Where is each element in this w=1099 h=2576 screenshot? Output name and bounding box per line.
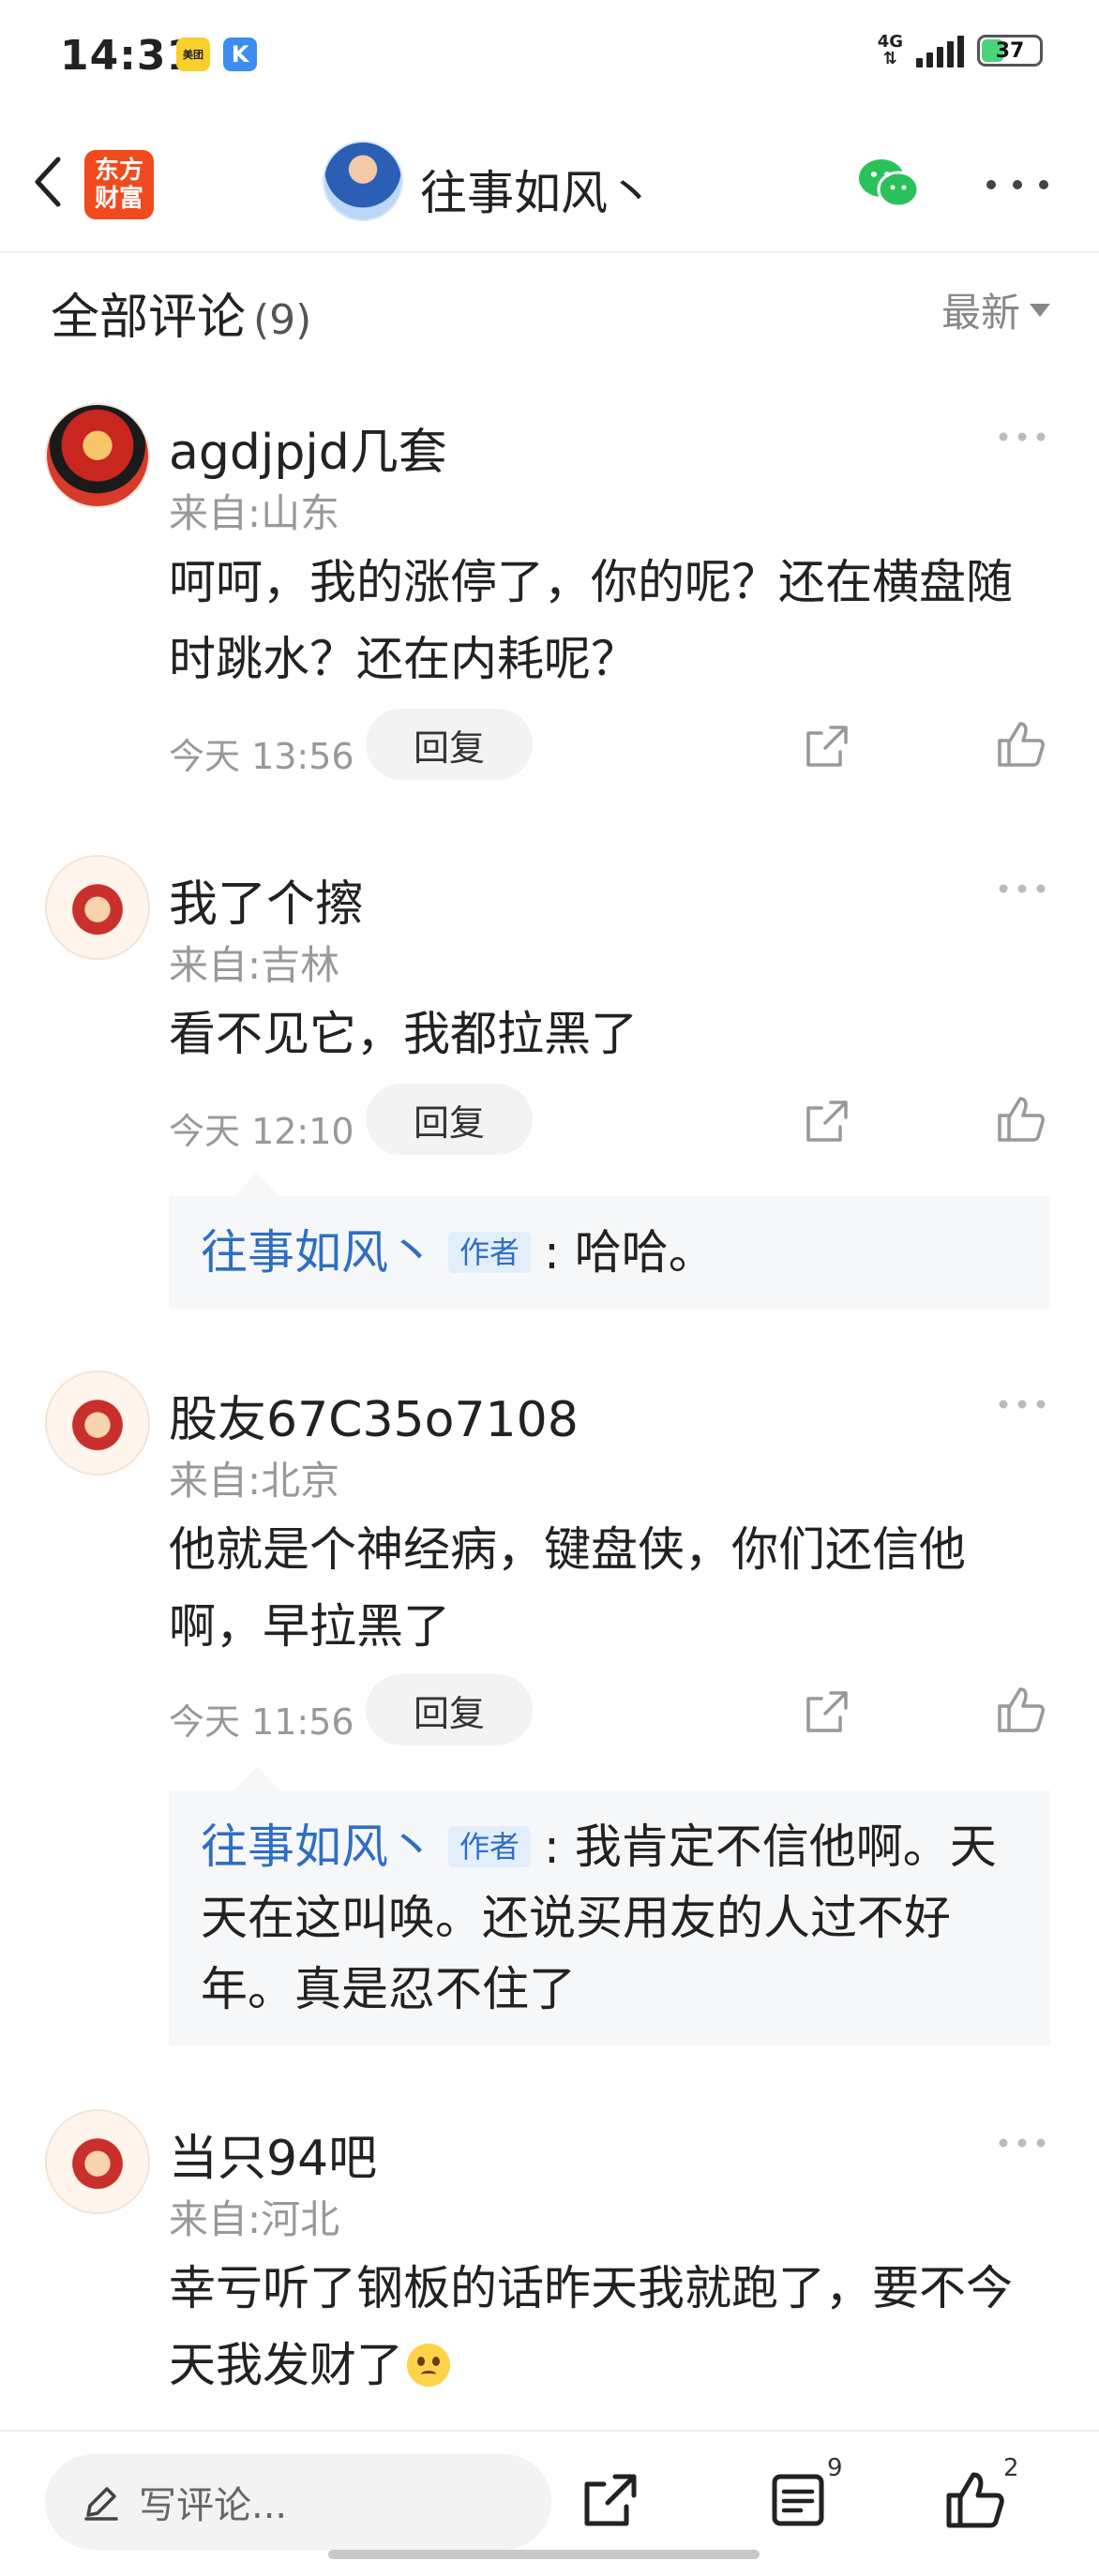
battery-icon: 37: [977, 35, 1043, 67]
share-icon[interactable]: [803, 1097, 851, 1146]
comment-text: 呵呵，我的涨停了，你的呢？还在横盘随时跳水？还在内耗呢？: [169, 555, 1013, 686]
top-nav: 东方 财富 往事如风丶: [0, 112, 1099, 253]
comments-list-icon[interactable]: [767, 2469, 829, 2531]
comments-page: { "status_bar": { "time": "14:31", "app_…: [0, 0, 1099, 2576]
sort-dropdown[interactable]: 最新: [941, 281, 1050, 338]
reply-text: : 哈哈。: [544, 1225, 715, 1280]
comment-more-icon[interactable]: [998, 1399, 1046, 1410]
comment-placeholder: 写评论...: [139, 2484, 288, 2527]
status-bar: 14:31 美团 K 4G ⇅ 37: [0, 0, 1099, 112]
comment-time: 今天 12:10: [169, 1111, 354, 1152]
status-indicators: 4G ⇅ 37: [878, 34, 1043, 67]
network-type: 4G ⇅: [877, 32, 903, 68]
author-badge: 作者: [448, 1232, 532, 1273]
reply-author[interactable]: 往事如风丶: [201, 1225, 435, 1280]
comment-location: 来自:河北: [169, 2196, 340, 2242]
comment-time: 今天 13:56: [169, 736, 354, 777]
comment-more-icon[interactable]: [998, 2137, 1046, 2149]
comment-username[interactable]: 当只94吧: [169, 2119, 377, 2189]
wechat-share-icon[interactable]: [855, 156, 923, 212]
comments-title: 全部评论 (9): [51, 290, 312, 346]
app-logo[interactable]: 东方 财富: [84, 150, 154, 219]
reply-button[interactable]: 回复: [366, 1674, 533, 1745]
write-comment-input[interactable]: 写评论...: [45, 2454, 551, 2550]
meituan-app-icon: 美团: [176, 37, 210, 71]
caret-down-icon: [1030, 303, 1050, 317]
share-icon[interactable]: [803, 1687, 851, 1736]
user-avatar[interactable]: [45, 1370, 150, 1475]
comment-count-badge: 9: [827, 2454, 843, 2482]
author-reply[interactable]: 往事如风丶 作者: 我肯定不信他啊。天天在这叫唤。还说买用友的人过不好年。真是忍不…: [169, 1766, 1050, 2045]
comment-text: 他就是个神经病，键盘侠，你们还信他啊，早拉黑了: [169, 1522, 966, 1654]
comments-count: (9): [253, 296, 312, 344]
like-count-badge: 2: [1003, 2454, 1019, 2482]
comment-username[interactable]: agdjpjd几套: [169, 412, 447, 483]
comment-time: 今天 11:56: [169, 1701, 354, 1743]
reply-button[interactable]: 回复: [366, 709, 533, 780]
scroll-fade: [0, 2400, 1099, 2430]
page-title[interactable]: 往事如风丶: [420, 156, 655, 223]
share-icon[interactable]: [580, 2469, 641, 2531]
comment-location: 来自:山东: [169, 490, 340, 536]
comment-more-icon[interactable]: [998, 431, 1046, 442]
pencil-icon: [84, 2487, 118, 2521]
thumbs-up-icon[interactable]: [994, 1093, 1046, 1146]
comment-footer: 今天 11:56 回复: [0, 1674, 1099, 1749]
comment-location: 来自:吉林: [169, 942, 340, 988]
thumbs-up-icon[interactable]: [994, 718, 1046, 771]
comment-location: 来自:北京: [169, 1458, 340, 1504]
more-options-icon[interactable]: [985, 178, 1050, 191]
thumbs-up-icon[interactable]: [943, 2469, 1005, 2531]
author-avatar[interactable]: [323, 141, 403, 221]
author-badge: 作者: [448, 1826, 532, 1867]
comment-footer: 今天 12:10 回复: [0, 1084, 1099, 1159]
comment-footer: 今天 13:56 回复: [0, 709, 1099, 784]
comment-username[interactable]: 股友67C35o7108: [169, 1380, 579, 1450]
signal-icon: [916, 34, 964, 67]
thumbs-up-icon[interactable]: [994, 1684, 1046, 1736]
author-reply[interactable]: 往事如风丶 作者 : 哈哈。: [169, 1172, 1050, 1309]
comments-header: 全部评论 (9) 最新: [0, 253, 1099, 356]
user-avatar[interactable]: [45, 855, 150, 960]
comment-text: 幸亏听了钢板的话昨天我就跑了，要不今天我发财了: [169, 2261, 1013, 2392]
back-arrow-icon[interactable]: [26, 154, 73, 210]
home-indicator[interactable]: [328, 2550, 760, 2559]
user-avatar[interactable]: [45, 403, 150, 508]
share-icon[interactable]: [803, 722, 851, 771]
user-avatar[interactable]: [45, 2109, 150, 2214]
comment-more-icon[interactable]: [998, 883, 1046, 894]
sort-label: 最新: [941, 290, 1020, 336]
comment-username[interactable]: 我了个擦: [169, 864, 364, 935]
k-app-icon: K: [223, 37, 257, 71]
reply-button[interactable]: 回复: [366, 1084, 533, 1155]
comment-text: 看不见它，我都拉黑了: [169, 1007, 638, 1061]
pleading-face-emoji-icon: [407, 2344, 450, 2387]
reply-author[interactable]: 往事如风丶: [201, 1820, 435, 1874]
